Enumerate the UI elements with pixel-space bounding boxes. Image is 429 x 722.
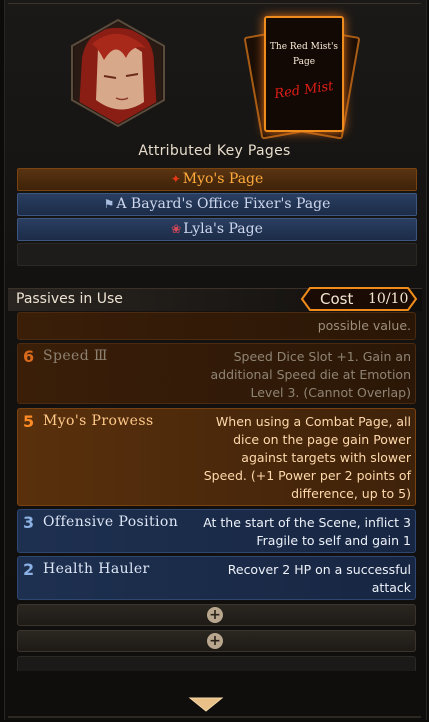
passive-desc: At the start of the Scene, inflict 3 Fra… — [203, 515, 411, 552]
empty-passive-slot[interactable]: + — [17, 630, 416, 652]
key-page-row-bayard[interactable]: ⚑ A Bayard's Office Fixer's Page — [17, 193, 417, 216]
passive-row-myos-prowess[interactable]: 5 Myo's Prowess When using a Combat Page… — [17, 408, 416, 506]
passive-row-speed[interactable]: 6 Speed Ⅲ Speed Dice Slot +1. Gain an ad… — [17, 343, 416, 404]
passive-name: Health Hauler — [43, 561, 150, 577]
passive-cost: 6 — [23, 347, 35, 366]
key-page-label: A Bayard's Office Fixer's Page — [116, 196, 331, 212]
divider — [8, 716, 421, 718]
attributed-key-pages-title: Attributed Key Pages — [138, 143, 291, 159]
lyla-emblem-icon: ❀ — [171, 222, 182, 236]
card-front: The Red Mist's Page Red Mist — [264, 16, 344, 132]
scroll-down-arrow-icon[interactable] — [188, 695, 224, 713]
key-page-label: Lyla's Page — [183, 221, 263, 237]
add-passive-icon[interactable]: + — [207, 607, 223, 623]
passive-cost: 2 — [23, 560, 35, 579]
cost-label: Cost — [320, 290, 354, 308]
cost-badge: Cost 10/10 — [300, 286, 418, 312]
myo-emblem-icon: ✦ — [170, 172, 181, 186]
key-page-row-myo[interactable]: ✦ Myo's Page — [17, 168, 417, 191]
passive-desc: Recover 2 HP on a successful attack — [227, 562, 411, 595]
add-passive-icon[interactable]: + — [207, 633, 223, 649]
passive-name: Myo's Prowess — [43, 413, 154, 429]
empty-passive-slot-partial[interactable] — [17, 656, 416, 671]
empty-passive-slot[interactable]: + — [17, 604, 416, 626]
passive-name: Offensive Position — [43, 514, 179, 530]
passive-cost: 5 — [23, 412, 35, 431]
passive-desc: Speed Dice Slot +1. Gain an additional S… — [210, 349, 411, 400]
character-portrait[interactable] — [68, 18, 168, 128]
passives-in-use-label: Passives in Use — [16, 291, 123, 307]
passive-row-health-hauler[interactable]: 2 Health Hauler Recover 2 HP on a succes… — [17, 556, 416, 600]
key-page-label: Myo's Page — [182, 171, 264, 187]
divider — [8, 3, 421, 4]
card-signature: Red Mist — [273, 78, 335, 103]
passive-desc: When using a Combat Page, all dice on th… — [203, 414, 411, 501]
passive-row-offensive-position[interactable]: 3 Offensive Position At the start of the… — [17, 509, 416, 553]
passive-desc: possible value. — [317, 318, 411, 333]
key-page-row-lyla[interactable]: ❀ Lyla's Page — [17, 218, 417, 241]
passive-row-partial[interactable]: possible value. — [17, 312, 416, 340]
key-page-row-empty[interactable] — [17, 243, 417, 266]
cost-value: 10/10 — [368, 291, 409, 307]
passive-name: Speed Ⅲ — [43, 348, 108, 364]
key-page-card[interactable]: The Red Mist's Page Red Mist — [243, 12, 361, 142]
passive-cost: 3 — [23, 513, 35, 532]
card-title: The Red Mist's Page — [269, 42, 339, 67]
bayard-emblem-icon: ⚑ — [103, 197, 115, 211]
